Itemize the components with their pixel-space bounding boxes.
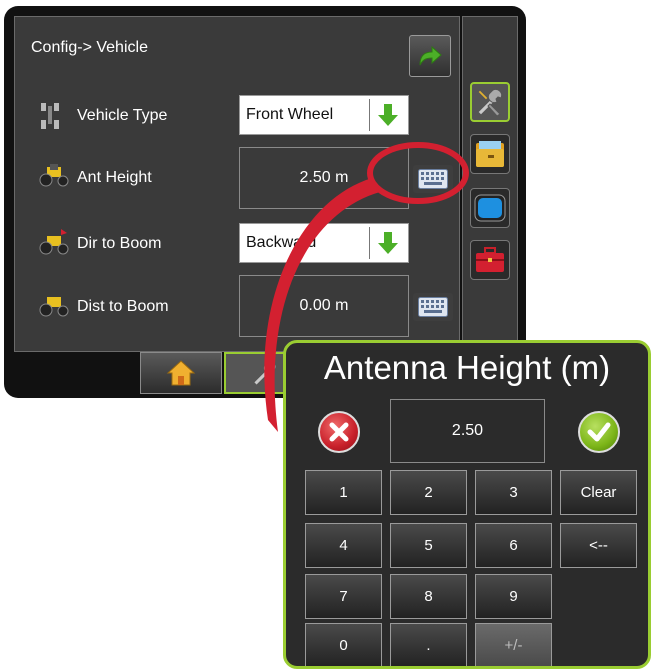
numeric-keypad-dialog: Antenna Height (m) 2.50 1 2 3 Clear 4 5 … (283, 340, 651, 669)
keypad-display: 2.50 (390, 399, 545, 463)
return-arrow-icon (419, 45, 442, 66)
key-2[interactable]: 2 (390, 470, 467, 515)
plus-minus-key: +/- (475, 623, 552, 666)
ant-height-value: 2.50 m (299, 169, 349, 186)
key-7[interactable]: 7 (305, 574, 382, 619)
key-1[interactable]: 1 (305, 470, 382, 515)
dist-to-boom-value-box[interactable]: 0.00 m (239, 275, 409, 337)
tab-home[interactable] (140, 352, 222, 394)
confirm-button[interactable] (578, 411, 620, 453)
backspace-key[interactable]: <-- (560, 523, 637, 568)
keyboard-icon (418, 297, 448, 317)
key-6[interactable]: 6 (475, 523, 552, 568)
dropdown-arrow-icon[interactable] (369, 99, 405, 131)
keypad-display-value: 2.50 (451, 422, 484, 439)
dist-to-boom-label: Dist to Boom (77, 298, 169, 315)
config-panel: Config-> Vehicle Vehicle Type Front Whee… (14, 16, 460, 352)
display-icon (474, 194, 506, 222)
clear-key[interactable]: Clear (560, 470, 637, 515)
tools-icon (477, 88, 503, 117)
decimal-key[interactable]: . (390, 623, 467, 666)
dir-to-boom-select[interactable]: Backward (239, 223, 409, 263)
side-tab-bar (462, 16, 518, 352)
key-9[interactable]: 9 (475, 574, 552, 619)
key-4[interactable]: 4 (305, 523, 382, 568)
key-3[interactable]: 3 (475, 470, 552, 515)
checkmark-icon (587, 422, 611, 442)
close-icon (329, 422, 349, 442)
tab-display[interactable] (470, 188, 510, 228)
vehicle-type-label: Vehicle Type (77, 107, 168, 124)
back-button[interactable] (409, 35, 451, 77)
key-0[interactable]: 0 (305, 623, 382, 666)
tractor-distance-icon (37, 293, 71, 319)
folder-icon (476, 141, 504, 167)
tractor-icon (37, 163, 71, 189)
ant-height-keyboard-button[interactable] (413, 165, 453, 193)
tab-folder[interactable] (470, 134, 510, 174)
dir-to-boom-value: Backward (246, 234, 317, 251)
key-5[interactable]: 5 (390, 523, 467, 568)
tab-tools[interactable] (470, 82, 510, 122)
page-title: Config-> Vehicle (31, 39, 148, 56)
vehicle-type-select[interactable]: Front Wheel (239, 95, 409, 135)
tab-toolbox[interactable] (470, 240, 510, 280)
cancel-button[interactable] (318, 411, 360, 453)
vehicle-type-value: Front Wheel (246, 106, 334, 123)
keyboard-icon (418, 169, 448, 189)
key-8[interactable]: 8 (390, 574, 467, 619)
tools-icon (253, 360, 277, 386)
dist-to-boom-value: 0.00 m (299, 297, 349, 314)
tractor-direction-icon (37, 229, 71, 255)
dialog-title: Antenna Height (m) (323, 349, 611, 386)
toolbox-icon (476, 247, 504, 272)
dir-to-boom-label: Dir to Boom (77, 235, 162, 252)
dist-to-boom-keyboard-button[interactable] (413, 293, 453, 321)
home-icon (166, 360, 196, 386)
ant-height-value-box[interactable]: 2.50 m (239, 147, 409, 209)
ant-height-label: Ant Height (77, 169, 152, 186)
dropdown-arrow-icon[interactable] (369, 227, 405, 259)
vehicle-type-icon (35, 103, 69, 129)
